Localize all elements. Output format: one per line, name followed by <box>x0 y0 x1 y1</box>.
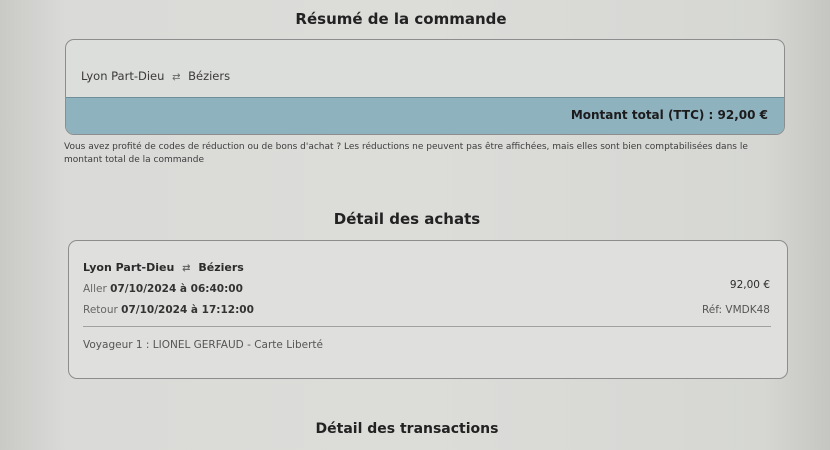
purchase-price: 92,00 € <box>729 279 770 291</box>
outbound-datetime: 07/10/2024 à 06:40:00 <box>110 283 243 295</box>
return-trip: Retour 07/10/2024 à 17:12:00 <box>83 304 254 316</box>
purchase-route-from: Lyon Part-Dieu <box>83 261 175 274</box>
divider <box>83 326 771 327</box>
transaction-details-title: Détail des transactions <box>315 421 499 437</box>
summary-route-to: Béziers <box>188 69 231 83</box>
total-amount-bar: Montant total (TTC) : 92,00 € <box>66 97 784 134</box>
page-background: Résumé de la commande Lyon Part-Dieu ⇄ B… <box>0 0 830 450</box>
purchase-route: Lyon Part-Dieu ⇄ Béziers <box>83 261 244 274</box>
purchase-reference: Réf: VMDK48 <box>701 304 770 316</box>
purchase-details-title: Détail des achats <box>333 210 481 228</box>
round-trip-arrows-icon: ⇄ <box>182 263 191 274</box>
traveler-info: Voyageur 1 : LIONEL GERFAUD - Carte Libe… <box>83 339 323 351</box>
order-summary-box: Lyon Part-Dieu ⇄ Béziers Montant total (… <box>65 39 785 135</box>
round-trip-arrows-icon: ⇄ <box>172 72 181 83</box>
purchase-route-to: Béziers <box>198 261 244 274</box>
total-amount: Montant total (TTC) : 92,00 € <box>570 108 768 122</box>
outbound-label: Aller <box>83 283 107 295</box>
order-summary-title: Résumé de la commande <box>295 10 507 28</box>
summary-route-from: Lyon Part-Dieu <box>81 69 165 83</box>
return-datetime: 07/10/2024 à 17:12:00 <box>121 304 254 316</box>
return-label: Retour <box>83 304 118 316</box>
summary-route: Lyon Part-Dieu ⇄ Béziers <box>81 69 230 83</box>
discount-notice: Vous avez profité de codes de réduction … <box>64 142 748 165</box>
outbound-trip: Aller 07/10/2024 à 06:40:00 <box>83 283 243 295</box>
purchase-details-box: Lyon Part-Dieu ⇄ Béziers Aller 07/10/202… <box>68 240 788 379</box>
